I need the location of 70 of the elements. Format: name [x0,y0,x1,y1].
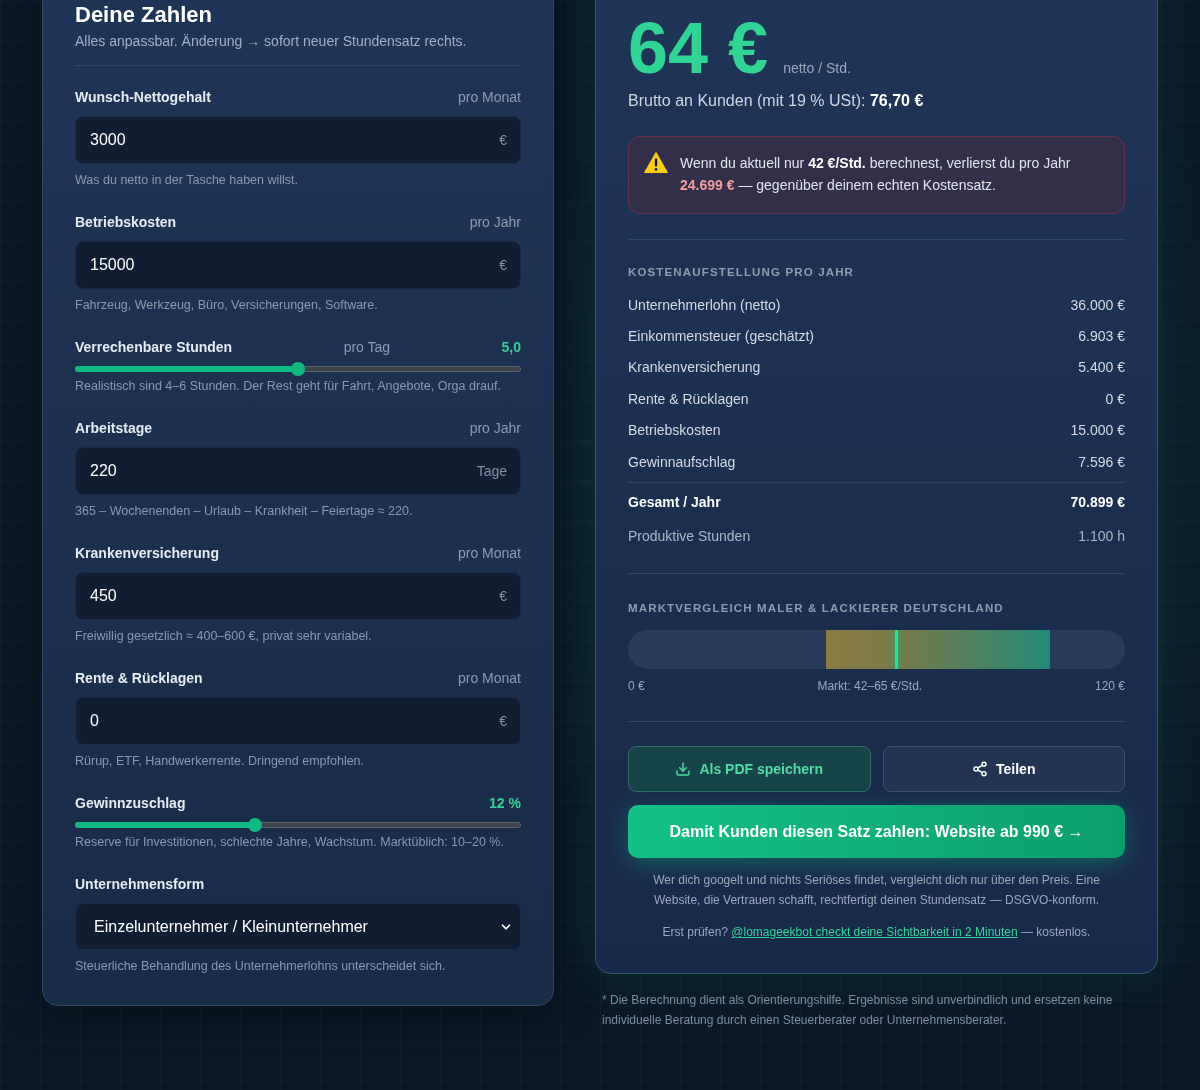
slider-thumb[interactable] [291,362,305,376]
field-hint: Freiwillig gesetzlich ≈ 400–600 €, privat sehr variabel. [75,628,373,645]
field-hint: Reserve für Investitionen, schlechte Jahre, Wachstum. Marktüblich: 10–20 %. [75,834,505,851]
gross-rate-text: Brutto an Kunden (mit 19 % USt): 76,70 € [628,91,925,111]
scale-max-label: 120 € [1094,678,1125,695]
input-suffix: € [499,256,507,275]
cost-value: 36.000 € [1070,295,1125,315]
hours-value: 1.100 h [1078,527,1125,547]
unit-label: pro Jahr [469,419,521,438]
field-hint: Was du netto in der Tasche haben willst. [75,172,300,189]
field-label: Krankenversicherung [75,544,219,563]
field-hint: Rürup, ETF, Handwerkerrente. Dringend empfohlen. [75,753,366,770]
input-suffix: € [499,587,507,606]
field-label: Betriebskosten [75,213,177,232]
unit-label: pro Jahr [469,213,521,232]
slider-thumb[interactable] [247,818,262,832]
section-heading: KOSTENAUFSTELLUNG PRO JAHR [628,265,856,280]
cost-value: 0 € [1105,389,1125,409]
dropdown[interactable]: Einzelunternehmer / Kleinunternehmer [75,903,521,950]
input-suffix: Tage [476,462,507,481]
cost-label: Gewinnaufschlag [628,452,736,472]
slider-value: 5,0 [501,338,521,357]
save-pdf-button[interactable]: Als PDF speichern [628,746,871,793]
scale-min-label: 0 € [628,678,645,695]
unit-label: pro Monat [457,88,521,107]
hours-label: Produktive Stunden [628,527,751,547]
field-label: Unternehmensform [75,875,205,894]
cost-label: Rente & Rücklagen [628,389,749,409]
field-hint: Realistisch sind 4–6 Stunden. Der Rest geht für Fahrt, Angebote, Orga drauf. [75,378,502,395]
download-icon [675,761,692,778]
panel-subtitle: Alles anpassbar. Änderung → sofort neuer Stundensatz rechts. [75,32,468,51]
check-text: Erst prüfen? @lomageekbot checkt deine Sichtbarkeit in 2 Minuten — kostenlos. [661,924,1092,942]
disclaimer-text: * Die Berechnung dient als Orientierungshilfe. Ergebnisse sind unverbindlich und ersetzen keine individuelle Beratung durch einen Steuerberater oder Unternehmensberater. [601,992,1114,1030]
field-hint: 365 – Wochenenden – Urlaub – Krankheit – Feiertage ≈ 220. [75,503,414,520]
input-suffix: € [499,131,507,150]
cost-label: Krankenversicherung [628,358,761,378]
field-label: Rente & Rücklagen [75,669,203,688]
cost-value: 15.000 € [1070,421,1125,441]
share-button[interactable]: Teilen [882,746,1125,793]
cost-label: Unternehmerlohn (netto) [628,295,781,315]
total-label: Gesamt / Jahr [628,493,721,513]
rate-unit: netto / Std. [783,59,851,78]
cost-value: 5.400 € [1078,358,1125,378]
slider-track[interactable] [75,362,521,376]
total-value: 70.899 € [1070,493,1125,513]
unit-label: pro Monat [457,669,521,688]
field-label: Arbeitstage [75,419,153,438]
cost-value: 6.903 € [1078,327,1125,347]
panel-title: Deine Zahlen [75,3,213,27]
field-label: Verrechenbare Stunden [75,338,233,357]
cost-label: Betriebskosten [628,421,721,441]
slider-value: 12 % [489,794,521,813]
cost-value: 7.596 € [1078,452,1125,472]
section-heading: MARKTVERGLEICH MALER & LACKIERER DEUTSCHLAND [628,601,1005,617]
warning-text: Wenn du aktuell nur 42 €/Std. berechnest, verlierst du pro Jahr 24.699 € — gegenüber deinem echten Kostensatz. [680,154,1072,195]
unit-label: pro Tag [343,338,391,357]
market-range-label: Markt: 42–65 €/Std. [817,678,923,695]
warning-icon [644,152,668,173]
check-link[interactable]: @lomageekbot checkt deine Sichtbarkeit in 2 Minuten [731,925,1018,940]
cost-label: Einkommensteuer (geschätzt) [628,327,814,347]
field-label: Gewinnzuschlag [75,794,186,813]
input-suffix: € [499,712,507,731]
field-hint: Steuerliche Behandlung des Unternehmerlohns unterscheidet sich. [75,958,447,975]
share-icon [972,761,989,778]
slider-track[interactable] [75,818,521,832]
field-label: Wunsch-Nettogehalt [75,88,211,107]
pitch-text: Wer dich googelt und nichts Seriöses findet, vergleicht dich nur über den Preis. Eine Website, die Vertrauen schafft, rechtfertigt deinen Stundensatz — DSGVO-konform. [652,872,1101,910]
hourly-rate: 64 € [628,12,769,84]
unit-label: pro Monat [457,544,521,563]
field-hint: Fahrzeug, Werkzeug, Büro, Versicherungen, Software. [75,297,379,314]
